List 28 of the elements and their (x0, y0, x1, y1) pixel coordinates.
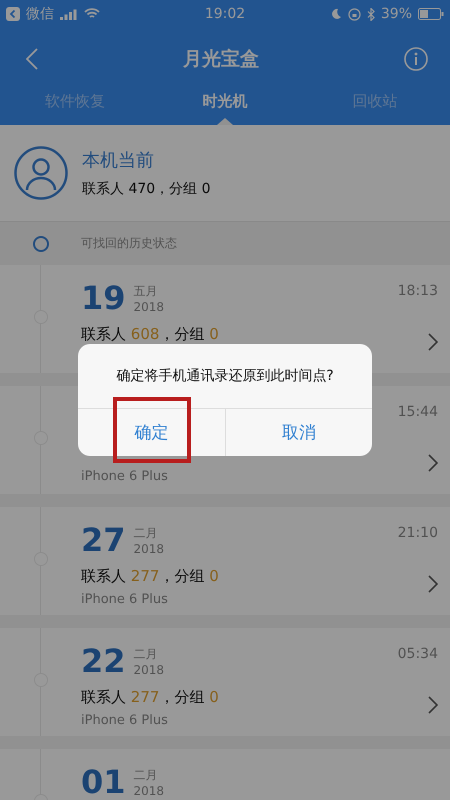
current-title: 本机当前 (82, 149, 155, 172)
entry-day: 01 (81, 763, 126, 800)
device-name: iPhone 6 Plus (81, 592, 169, 607)
entry-day: 27 (81, 521, 126, 559)
entry-time: 05:34 (398, 646, 438, 662)
entry-day: 19 (81, 279, 126, 317)
contact-summary: 联系人 277，分组 0 (81, 567, 220, 586)
section-heading: 可找回的历史状态 (81, 235, 178, 252)
clock-time: 19:02 (204, 6, 246, 22)
entry-month: 五月 (134, 282, 159, 300)
entry-month: 二月 (134, 524, 159, 542)
entry-time: 18:13 (398, 283, 438, 299)
current-summary: 联系人 470，分组 0 (82, 180, 211, 198)
entry-year: 2018 (134, 300, 164, 314)
entry-month: 二月 (134, 766, 159, 784)
entry-month: 二月 (134, 646, 159, 662)
entry-year: 2018 (134, 662, 164, 676)
entry-day: 22 (81, 642, 126, 680)
device-name: iPhone 6 Plus (81, 713, 169, 728)
device-name: iPhone 6 Plus (81, 469, 169, 484)
entry-time: 15:44 (398, 404, 438, 420)
battery-percent: 39% (380, 6, 412, 22)
entry-time: 21:10 (398, 525, 438, 541)
contact-summary: 联系人 277，分组 0 (81, 688, 220, 707)
entry-year: 2018 (134, 784, 164, 798)
entry-year: 2018 (134, 542, 164, 556)
contact-summary: 联系人 608，分组 0 (81, 325, 220, 344)
screen-title: 月光宝盒 (183, 47, 259, 72)
